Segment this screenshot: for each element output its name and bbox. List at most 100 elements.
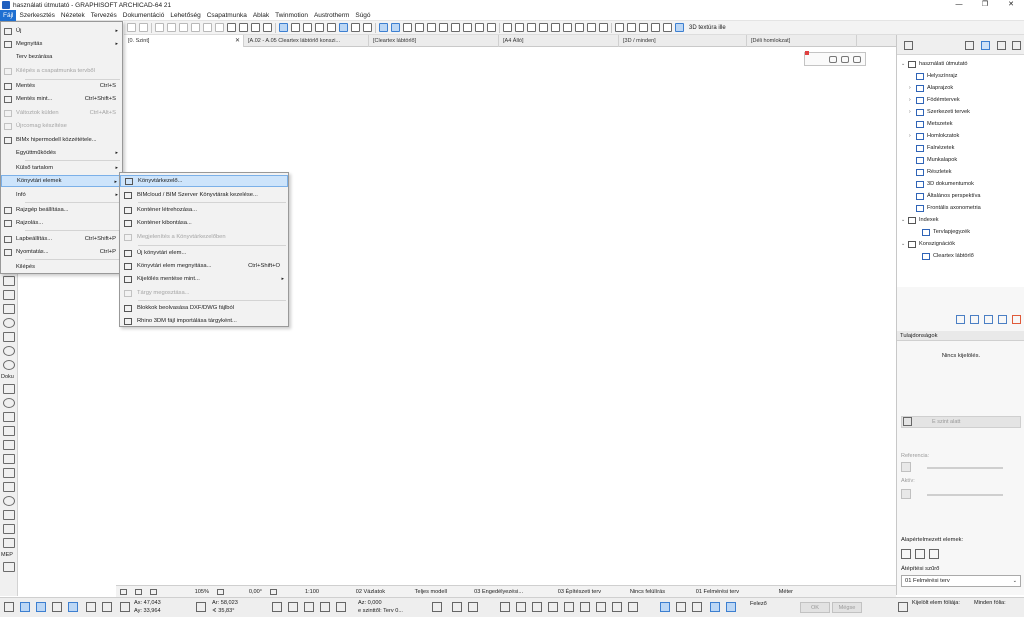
users-icon[interactable] [853, 55, 861, 63]
tree-item[interactable]: Helyszínrajz [909, 70, 957, 82]
renovation-filter-select[interactable]: 01 Felmérési terv ⌄ [901, 575, 1021, 587]
tree-item[interactable]: Részletek [909, 166, 952, 178]
zoom-in-icon[interactable] [131, 588, 146, 595]
active-swatch[interactable] [901, 489, 911, 499]
grid-display-icon[interactable] [660, 602, 670, 612]
tree-item[interactable]: Munkalapok [909, 154, 957, 166]
circle-tool-icon[interactable] [3, 496, 15, 506]
pointer-icon[interactable] [463, 23, 472, 32]
line-tool-icon[interactable] [3, 482, 15, 492]
unit-selector[interactable]: Méter [743, 589, 797, 595]
grid-snap-icon[interactable] [36, 602, 46, 612]
coord-az[interactable]: Az: 0,000 [358, 600, 382, 606]
tab-a4-portrait[interactable]: [A4 Álló] [499, 35, 619, 47]
menu-item-publish-bimx[interactable]: BIMx hipermodell közzététele... [1, 134, 122, 146]
project-map-icon[interactable] [965, 41, 974, 50]
polyline-tool-icon[interactable] [3, 510, 15, 520]
level-dimension-tool-icon[interactable] [3, 398, 15, 408]
renovation-filter[interactable]: 01 Felmérési terv [669, 589, 743, 595]
element-info-icon[interactable] [903, 417, 912, 426]
measure-icon[interactable] [451, 23, 460, 32]
coord-angle[interactable]: ∢ 35,83° [212, 608, 234, 614]
grid-icon[interactable] [427, 23, 436, 32]
parallel-snap-icon[interactable] [532, 602, 542, 612]
delete-icon[interactable] [1012, 314, 1021, 324]
lock-icon[interactable] [263, 23, 272, 32]
roof-tool-icon[interactable] [3, 276, 15, 286]
menu-item-external-content[interactable]: Külső tartalom ▸ [1, 162, 122, 174]
redo-icon[interactable] [139, 23, 148, 32]
distribute-icon[interactable] [239, 23, 248, 32]
submenu-item-library-manager[interactable]: Könyvtárkezelő... [120, 175, 288, 187]
reference-slider[interactable] [927, 467, 1003, 469]
multiply-icon[interactable] [191, 23, 200, 32]
divider-label[interactable]: Felező [750, 601, 767, 607]
surface-snap-icon[interactable] [612, 602, 622, 612]
coord-ax[interactable]: Ax: 47,043 [134, 600, 161, 606]
eye-icon[interactable] [829, 55, 837, 63]
hotspot-icon[interactable] [527, 23, 536, 32]
menu-item-new[interactable]: Új ▸ [1, 25, 122, 37]
angle-dimension-tool-icon[interactable] [3, 426, 15, 436]
rotate-icon[interactable] [167, 23, 176, 32]
gravity-icon[interactable] [391, 23, 400, 32]
reference-swatch[interactable] [901, 462, 911, 472]
rotate-tool-icon[interactable] [304, 602, 314, 612]
clone-view-icon[interactable] [970, 314, 979, 324]
tag-icon[interactable] [599, 23, 608, 32]
drawing-icon[interactable] [515, 23, 524, 32]
intersection-snap-icon[interactable] [580, 602, 590, 612]
zoom-out-icon[interactable] [146, 588, 161, 595]
3d-view-icon[interactable] [327, 23, 336, 32]
close-button[interactable]: ✕ [998, 0, 1024, 10]
offset-icon[interactable] [215, 23, 224, 32]
layout-icon[interactable] [339, 23, 348, 32]
menu-item-info[interactable]: Infó ▸ [1, 189, 122, 201]
stair-icon[interactable] [563, 23, 572, 32]
perpendicular-snap-icon[interactable] [516, 602, 526, 612]
menu-item-plotter-setup[interactable]: Rajzgép beállítása... [1, 204, 122, 216]
spline-tool-icon[interactable] [3, 524, 15, 534]
fill-tool-icon[interactable] [3, 468, 15, 478]
menu-design[interactable]: Tervezés [88, 10, 120, 21]
offset-tool-icon[interactable] [320, 602, 330, 612]
graphic-override[interactable]: Nincs felülírás [605, 589, 669, 595]
material-icon[interactable] [663, 23, 672, 32]
tree-item[interactable]: ⌄ Konszignációk [901, 238, 955, 250]
model-icon[interactable] [503, 23, 512, 32]
guide-icon[interactable] [415, 23, 424, 32]
tree-item[interactable]: 3D dokumentumok [909, 178, 974, 190]
menu-edit[interactable]: Szerkesztés [16, 10, 57, 21]
close-palette-icon[interactable] [805, 51, 809, 55]
grid-defaults-icon[interactable] [901, 549, 911, 559]
tree-root[interactable]: ⌄ használati útmutató [901, 58, 968, 70]
stair-tool-icon[interactable] [3, 332, 15, 342]
coordinate-a-icon[interactable] [120, 602, 130, 612]
tree-item[interactable]: Általános perspektíva [909, 190, 980, 202]
menu-window[interactable]: Ablak [250, 10, 272, 21]
tree-item[interactable]: Falnézetek [909, 142, 954, 154]
menu-item-close-project[interactable]: Terv bezárása [1, 51, 122, 63]
group-icon[interactable] [251, 23, 260, 32]
layer-combo[interactable]: 02 Vázlatok [323, 589, 389, 595]
submenu-item-bimcloud-libraries[interactable]: BIMcloud / BIM Szerver Könyvtárak kezelé… [120, 189, 288, 201]
tab-floor-0[interactable]: [0. Szint] ✕ [124, 35, 244, 47]
menu-item-interoperability[interactable]: Együttműködés ▸ [1, 147, 122, 159]
menu-item-save-as[interactable]: Mentés mint... Ctrl+Shift+S [1, 93, 122, 105]
story-selector[interactable]: E szint alatt [901, 416, 1021, 428]
railing-icon[interactable] [575, 23, 584, 32]
menu-view[interactable]: Nézetek [58, 10, 88, 21]
menu-options[interactable]: Lehetőség [167, 10, 203, 21]
mep-tool-icon[interactable] [3, 562, 15, 572]
radial-dimension-tool-icon[interactable] [3, 412, 15, 422]
figure-tool-icon[interactable] [3, 538, 15, 548]
texture-icon[interactable] [675, 23, 684, 32]
tangent-snap-icon[interactable] [564, 602, 574, 612]
height-snap-icon[interactable] [628, 602, 638, 612]
house-defaults-icon[interactable] [915, 549, 925, 559]
pattern-defaults-icon[interactable] [929, 549, 939, 559]
save-view-icon[interactable] [984, 314, 993, 324]
special-snap-icon[interactable] [468, 602, 478, 612]
tree-item[interactable]: Metszetek [909, 118, 953, 130]
label-icon[interactable] [539, 23, 548, 32]
